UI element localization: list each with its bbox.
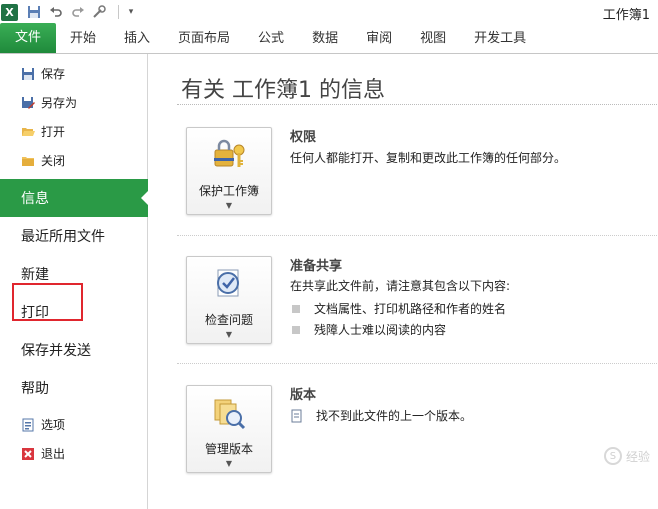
title-bar: X ▾ 工作簿1 xyxy=(0,0,658,24)
section-divider xyxy=(177,235,657,236)
redo-icon[interactable] xyxy=(70,4,86,20)
tab-file[interactable]: 文件 xyxy=(0,23,56,53)
print-highlight-box xyxy=(12,283,83,321)
document-icon xyxy=(291,409,302,422)
versions-status: 找不到此文件的上一个版本。 xyxy=(290,407,472,424)
permissions-text: 任何人都能打开、复制和更改此工作簿的任何部分。 xyxy=(290,151,567,165)
nav-exit[interactable]: 退出 xyxy=(0,439,147,468)
tab-data[interactable]: 数据 xyxy=(298,25,352,53)
nav-info[interactable]: 信息 xyxy=(0,179,149,217)
lock-key-icon xyxy=(214,139,245,167)
info-pane: 有关 工作簿1 的信息 保护工作簿 ▼ 权限 任何人都能打开、复制和更改此工作簿… xyxy=(149,54,658,509)
options-icon xyxy=(22,418,34,431)
backstage-nav: 保存 另存为 打开 关闭 信息 最近所用文件 新建 打印 保存并发送 帮助 选项… xyxy=(0,54,149,509)
page-title: 有关 工作簿1 的信息 xyxy=(181,78,385,103)
chevron-down-icon: ▼ xyxy=(225,201,233,210)
customize-icon[interactable] xyxy=(92,4,108,20)
nav-save-label: 保存 xyxy=(41,67,66,81)
tab-developer[interactable]: 开发工具 xyxy=(460,25,540,53)
window-title: 工作簿1 xyxy=(602,8,650,23)
versions-text: 找不到此文件的上一个版本。 xyxy=(316,409,473,423)
nav-options-label: 选项 xyxy=(41,418,66,432)
nav-save-send[interactable]: 保存并发送 xyxy=(0,331,147,369)
check-document-icon xyxy=(217,269,239,297)
exit-icon xyxy=(22,447,34,460)
nav-recent[interactable]: 最近所用文件 xyxy=(0,217,147,255)
open-folder-icon xyxy=(22,127,35,136)
nav-save[interactable]: 保存 xyxy=(0,59,147,88)
protect-workbook-button[interactable]: 保护工作簿 ▼ xyxy=(186,127,272,215)
close-folder-icon xyxy=(22,156,34,166)
nav-close-label: 关闭 xyxy=(41,154,66,168)
section-divider xyxy=(177,363,657,364)
list-item: 残障人士难以阅读的内容 xyxy=(292,321,446,338)
nav-open[interactable]: 打开 xyxy=(0,117,147,146)
nav-open-label: 打开 xyxy=(41,125,66,139)
chevron-down-icon: ▼ xyxy=(225,330,233,339)
nav-help[interactable]: 帮助 xyxy=(0,369,147,407)
nav-save-as-label: 另存为 xyxy=(41,96,78,110)
save-icon[interactable] xyxy=(26,4,42,20)
protect-workbook-label: 保护工作簿 xyxy=(198,184,259,198)
watermark: S 经验 xyxy=(603,447,650,465)
list-item-text: 残障人士难以阅读的内容 xyxy=(314,323,447,337)
permissions-heading: 权限 xyxy=(290,130,317,145)
list-item-text: 文档属性、打印机路径和作者的姓名 xyxy=(314,302,507,316)
quick-access-toolbar: X ▾ xyxy=(0,0,145,24)
nav-options[interactable]: 选项 xyxy=(0,410,147,439)
nav-close[interactable]: 关闭 xyxy=(0,146,147,175)
chevron-down-icon: ▼ xyxy=(225,459,233,468)
versions-heading: 版本 xyxy=(290,388,317,403)
bullet-icon xyxy=(292,304,300,313)
title-divider xyxy=(177,104,657,105)
save-icon xyxy=(22,67,34,80)
tab-page-layout[interactable]: 页面布局 xyxy=(164,25,244,53)
prepare-sharing-heading: 准备共享 xyxy=(290,259,343,274)
tab-review[interactable]: 审阅 xyxy=(352,25,406,53)
manage-versions-label: 管理版本 xyxy=(204,442,253,456)
list-item: 文档属性、打印机路径和作者的姓名 xyxy=(292,300,506,317)
nav-save-as[interactable]: 另存为 xyxy=(0,88,147,117)
qat-divider xyxy=(118,5,119,19)
excel-logo-icon[interactable]: X xyxy=(1,3,18,21)
tab-formulas[interactable]: 公式 xyxy=(244,25,298,53)
ribbon-tabs: 文件 开始 插入 页面布局 公式 数据 审阅 视图 开发工具 xyxy=(0,23,658,54)
tab-view[interactable]: 视图 xyxy=(406,25,460,53)
check-issues-label: 检查问题 xyxy=(204,313,253,327)
check-issues-button[interactable]: 检查问题 ▼ xyxy=(186,256,272,344)
save-as-icon xyxy=(22,96,35,109)
manage-versions-button[interactable]: 管理版本 ▼ xyxy=(186,385,272,473)
tab-home[interactable]: 开始 xyxy=(56,25,110,53)
watermark-logo-icon: S xyxy=(603,447,622,465)
chevron-down-icon[interactable]: ▾ xyxy=(123,4,139,20)
bullet-icon xyxy=(292,325,300,334)
nav-exit-label: 退出 xyxy=(41,447,66,461)
versions-icon xyxy=(214,399,246,430)
tab-insert[interactable]: 插入 xyxy=(110,25,164,53)
undo-icon[interactable] xyxy=(48,4,64,20)
prepare-sharing-text: 在共享此文件前，请注意其包含以下内容: xyxy=(290,279,511,293)
watermark-text: 经验 xyxy=(625,449,650,464)
